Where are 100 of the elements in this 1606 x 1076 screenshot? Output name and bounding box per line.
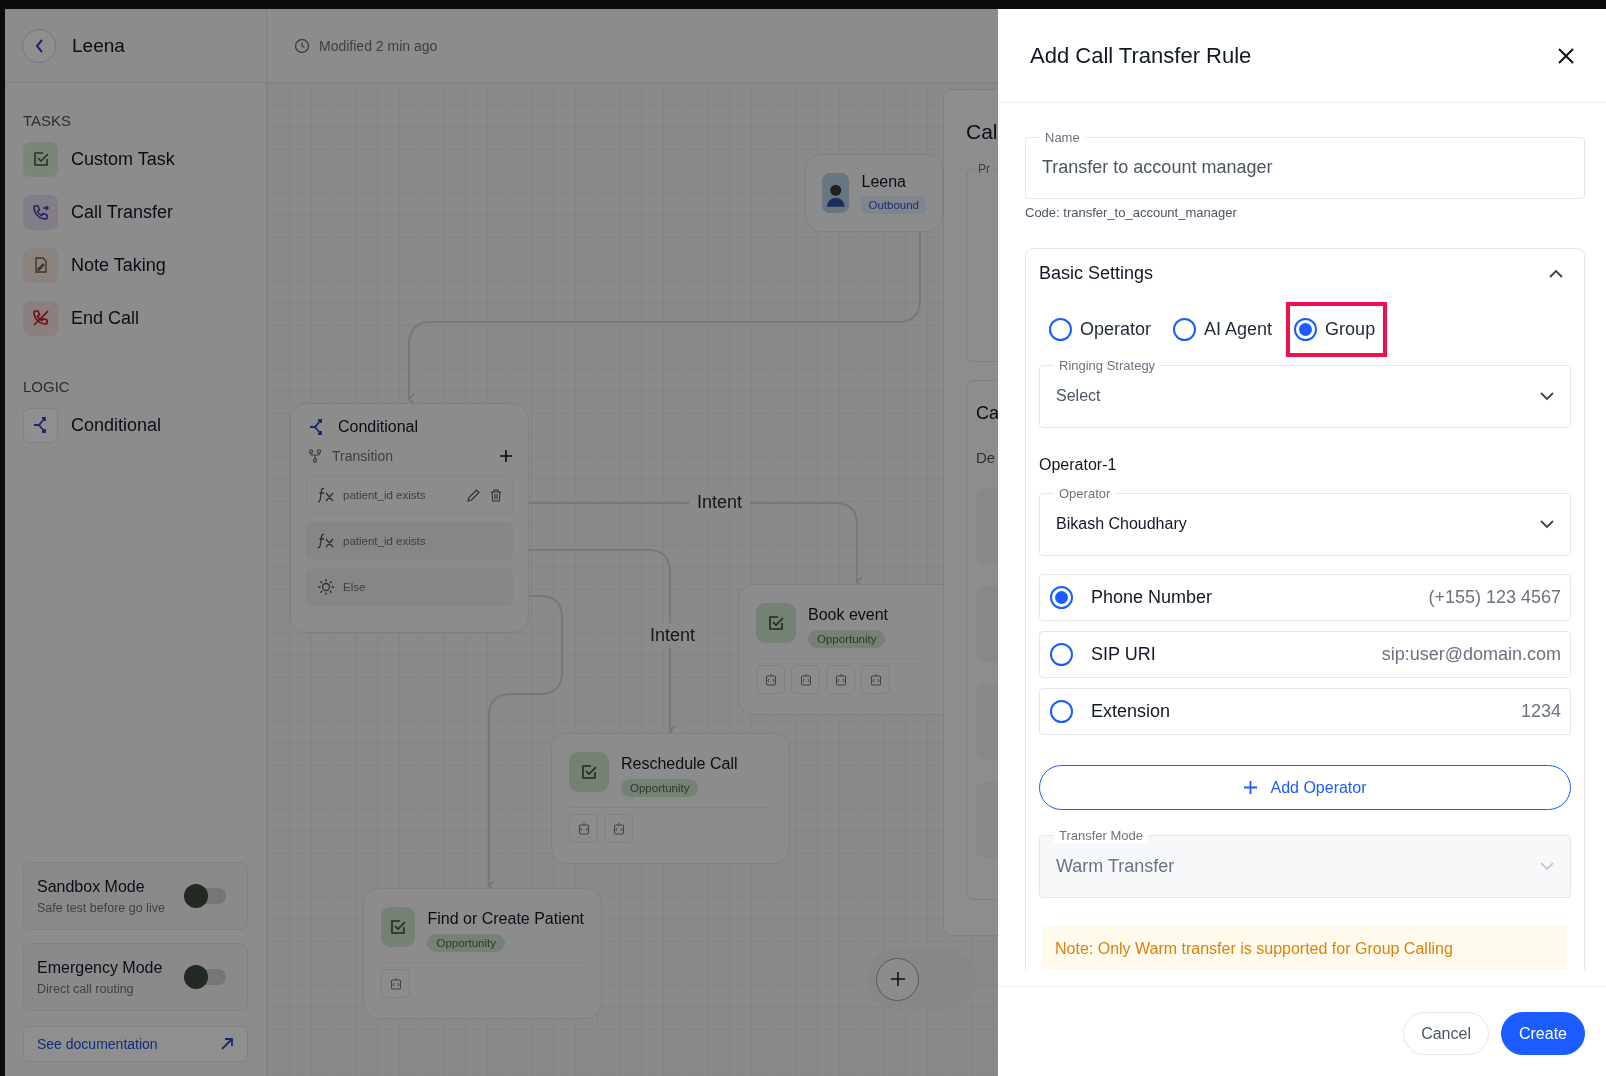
plus-icon (1243, 780, 1259, 795)
radio-button[interactable] (1050, 700, 1073, 723)
section-title: Basic Settings (1039, 263, 1154, 284)
node-title: Find or Create Patient (427, 910, 584, 928)
pencil-icon[interactable] (467, 488, 480, 502)
ringing-strategy-dropdown[interactable]: Ringing Strategy Select (1039, 358, 1571, 428)
radio-option[interactable]: AI Agent (1165, 302, 1285, 357)
checkbox-icon (31, 150, 50, 168)
option-label: Phone Number (1091, 587, 1213, 608)
sidebar-item[interactable]: Conditional (23, 407, 248, 443)
option-value: 1234 (1520, 701, 1561, 722)
option-label: Extension (1091, 701, 1171, 722)
code-tool-button[interactable] (569, 814, 598, 843)
checkbox-icon (389, 918, 408, 936)
code-tool-button[interactable] (791, 665, 820, 694)
field-label: Ringing Strategy (1058, 358, 1157, 373)
documentation-link[interactable]: See documentation (23, 1026, 248, 1062)
node-title: Conditional (338, 418, 419, 436)
destination-option[interactable]: Extension 1234 (1039, 688, 1571, 735)
task-node[interactable]: Find or Create Patient Opportunity (363, 888, 602, 1019)
rule-row[interactable]: patient_id exists (306, 476, 513, 514)
clock-icon (294, 37, 310, 54)
mode-title: Emergency Mode (37, 958, 164, 977)
field-label: Pr (977, 162, 991, 176)
plus-icon (889, 971, 906, 987)
code-icon (612, 822, 625, 835)
field-label: Transfer Mode (1054, 828, 1149, 843)
close-icon[interactable] (1556, 45, 1576, 66)
node-title: Book event (808, 606, 889, 624)
operator-dropdown[interactable]: Operator Bikash Choudhary (1039, 486, 1571, 556)
section-heading: LOGIC (23, 378, 71, 395)
name-field[interactable]: Name Transfer to account manager (1025, 130, 1585, 199)
sidebar-item[interactable]: Custom Task (23, 141, 248, 177)
tag: Opportunity (808, 630, 886, 648)
code-icon (799, 673, 812, 686)
chevron-down-icon (1540, 519, 1554, 529)
radio-button[interactable] (1294, 318, 1318, 341)
trash-icon[interactable] (490, 488, 502, 502)
code-tool-button[interactable] (756, 665, 785, 694)
sidebar-item[interactable]: End Call (23, 300, 248, 336)
code-tool-button[interactable] (861, 665, 890, 694)
code-tool-button[interactable] (826, 665, 855, 694)
cancel-button[interactable]: Cancel (1403, 1012, 1489, 1055)
code-hint: Code: transfer_to_account_manager (1025, 205, 1238, 220)
phone-icon (31, 203, 50, 221)
badge: Outbound (861, 195, 926, 214)
operator-heading: Operator-1 (1039, 456, 1118, 474)
back-icon (34, 38, 44, 53)
mode-subtitle: Direct call routing (37, 981, 135, 996)
chevron-down-icon (1540, 391, 1554, 401)
code-tool-button[interactable] (604, 814, 633, 843)
sidebar-item[interactable]: Call Transfer (23, 194, 248, 230)
function-icon (317, 533, 335, 549)
transition-label: Transition (332, 448, 393, 464)
chevron-down-icon (1540, 861, 1554, 871)
sun-icon (317, 578, 335, 596)
checkbox-icon (767, 614, 785, 632)
sidebar-item[interactable]: Note Taking (23, 247, 248, 283)
conditional-node[interactable]: Conditional Transition patient_id exists patient_id exists Else (290, 403, 529, 633)
add-operator-button[interactable]: Add Operator (1039, 765, 1571, 810)
code-icon (389, 977, 402, 990)
collapse-button[interactable] (1549, 269, 1563, 278)
toggle-switch[interactable] (184, 884, 226, 908)
destination-option[interactable]: SIP URI sip:user@domain.com (1039, 631, 1571, 678)
radio-button[interactable] (1050, 643, 1073, 666)
agent-node[interactable]: Leena Outbound (805, 154, 943, 232)
option-label: SIP URI (1091, 644, 1156, 665)
add-icon[interactable] (499, 449, 513, 463)
fork-icon (308, 449, 322, 463)
edge-label: Intent (689, 490, 751, 515)
option-value: (+155) 123 4567 (1428, 587, 1561, 608)
field-label: Operator (1058, 486, 1112, 501)
radio-button[interactable] (1173, 318, 1197, 341)
create-button[interactable]: Create (1500, 1012, 1585, 1055)
destination-option[interactable]: Phone Number (+155) 123 4567 (1039, 574, 1571, 621)
card-text: De (976, 449, 997, 466)
code-icon (834, 673, 847, 686)
rule-row[interactable]: patient_id exists (306, 522, 513, 560)
code-icon (577, 822, 590, 835)
radio-option[interactable]: Operator (1041, 302, 1164, 357)
code-tool-button[interactable] (381, 969, 410, 998)
task-node[interactable]: Book event Opportunity (738, 584, 943, 715)
edge-label: Intent (642, 623, 704, 648)
chevron-up-icon (1549, 269, 1563, 278)
zoom-in-button[interactable] (876, 957, 919, 1001)
toggle-switch[interactable] (184, 965, 226, 989)
tag: Opportunity (621, 779, 699, 797)
mode-subtitle: Safe test before go live (37, 900, 166, 915)
phone-off-icon (30, 308, 51, 328)
avatar-icon (822, 173, 850, 213)
modified-time: Modified 2 min ago (319, 37, 438, 54)
page-title: Leena (72, 34, 125, 57)
drawer-title: Add Call Transfer Rule (1030, 42, 1252, 69)
agent-name: Leena (861, 172, 907, 191)
code-icon (764, 673, 777, 686)
task-node[interactable]: Reschedule Call Opportunity (551, 733, 790, 864)
radio-button[interactable] (1050, 586, 1073, 609)
back-button[interactable] (22, 28, 56, 63)
radio-option[interactable]: Group (1286, 302, 1388, 357)
radio-button[interactable] (1049, 318, 1072, 341)
